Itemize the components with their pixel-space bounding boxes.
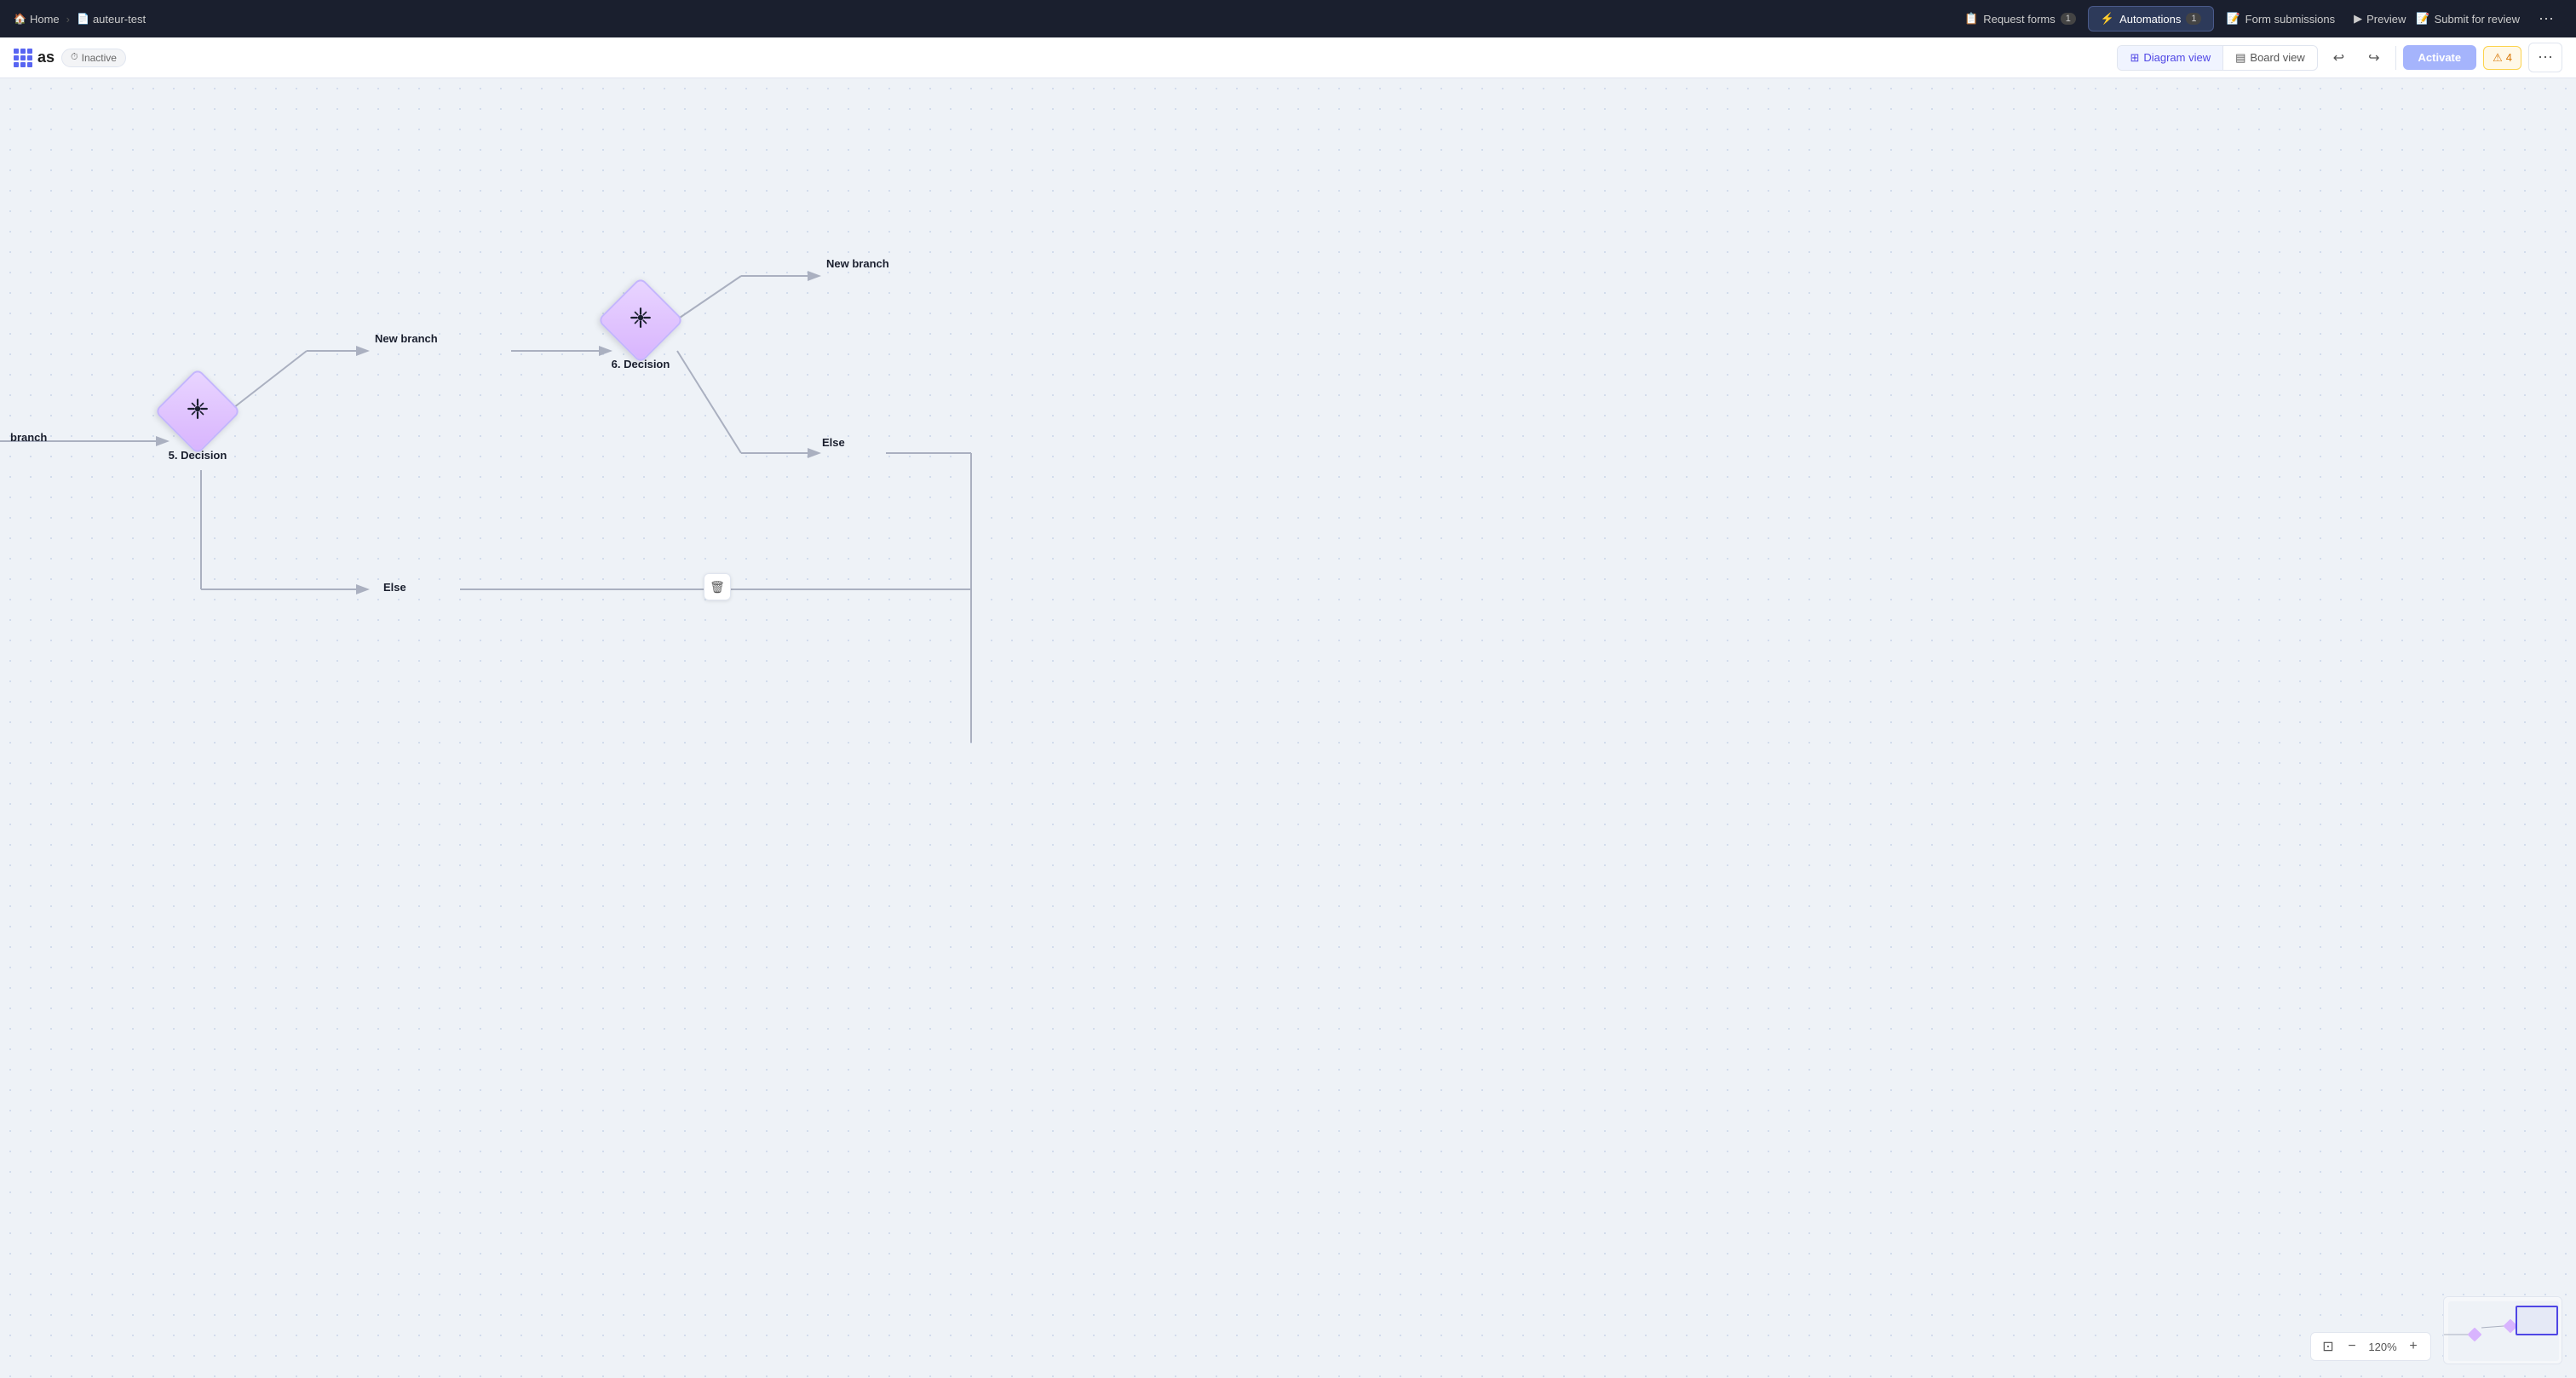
project-link[interactable]: 📄 auteur-test — [77, 13, 146, 26]
breadcrumb-sep: › — [66, 13, 70, 26]
home-link[interactable]: 🏠 Home — [14, 13, 60, 26]
toolbar-divider — [2395, 46, 2396, 70]
zoom-controls: ⊡ − 120% + — [2310, 1332, 2431, 1361]
secondary-toolbar: as ⏱ Inactive ⊞ Diagram view ▤ Board vie… — [0, 37, 2576, 78]
board-view-button[interactable]: ▤ Board view — [2223, 46, 2317, 70]
activate-button[interactable]: Activate — [2403, 45, 2477, 70]
tab-automations[interactable]: ⚡ Automations 1 — [2088, 6, 2215, 32]
partial-branch-label: branch — [10, 431, 47, 444]
diagram-canvas: branch 5. Decision New branch — [0, 78, 2576, 1378]
warning-badge[interactable]: ⚠ 4 — [2483, 46, 2521, 70]
topbar-nav: 📋 Request forms 1 ⚡ Automations 1 📝 Form… — [1952, 6, 2347, 32]
trash-icon: 🗑 — [710, 580, 725, 594]
status-badge: ⏱ Inactive — [61, 49, 126, 67]
preview-button[interactable]: ▶ Preview — [2354, 12, 2406, 26]
automations-badge: 1 — [2186, 13, 2201, 25]
view-toggle: ⊞ Diagram view ▤ Board view — [2117, 45, 2317, 71]
status-label: Inactive — [82, 52, 117, 64]
minimap — [2443, 1296, 2562, 1364]
undo-button[interactable]: ↩ — [2325, 44, 2353, 72]
canvas-connections — [0, 78, 2576, 1378]
submit-review-button[interactable]: 📝 Submit for review — [2416, 12, 2520, 26]
zoom-out-button[interactable]: − — [2342, 1336, 2362, 1357]
app-logo: as — [14, 49, 55, 67]
toolbar-right: ↩ ↪ Activate ⚠ 4 ⋯ — [2325, 43, 2562, 72]
request-forms-badge: 1 — [2061, 13, 2076, 25]
request-forms-icon: 📋 — [1964, 12, 1978, 26]
delete-button[interactable]: 🗑 — [704, 573, 731, 600]
minimap-viewport — [2516, 1306, 2558, 1335]
new-branch-label-1: New branch — [375, 332, 438, 345]
else-label-2: Else — [822, 436, 845, 449]
doc-icon: 📄 — [77, 13, 89, 25]
clock-icon: ⏱ — [71, 52, 78, 63]
form-submissions-icon: 📝 — [2226, 12, 2240, 26]
more-options-button[interactable]: ⋯ — [2530, 5, 2562, 33]
topbar-left: 🏠 Home › 📄 auteur-test — [14, 13, 1946, 26]
diagram-icon: ⊞ — [2130, 51, 2139, 65]
decision-6-node[interactable]: 6. Decision — [610, 290, 671, 370]
warn-icon: ⚠ — [2493, 51, 2503, 65]
tab-form-submissions[interactable]: 📝 Form submissions — [2214, 7, 2347, 31]
board-icon: ▤ — [2235, 51, 2245, 65]
toolbar-more-button[interactable]: ⋯ — [2528, 43, 2562, 72]
home-icon: 🏠 — [14, 13, 26, 25]
zoom-in-button[interactable]: + — [2403, 1336, 2424, 1357]
zoom-level: 120% — [2366, 1341, 2400, 1353]
topbar-actions: ▶ Preview 📝 Submit for review ⋯ — [2354, 5, 2562, 33]
preview-icon: ▶ — [2354, 12, 2362, 26]
decision-6-icon — [630, 307, 652, 334]
decision-6-diamond[interactable] — [597, 277, 684, 364]
new-branch-label-2: New branch — [826, 257, 889, 270]
decision-5-node[interactable]: 5. Decision — [167, 381, 228, 462]
toolbar-left: as ⏱ Inactive — [14, 49, 2110, 67]
decision-5-diamond[interactable] — [154, 368, 241, 455]
tab-request-forms[interactable]: 📋 Request forms 1 — [1952, 7, 2088, 31]
topbar: 🏠 Home › 📄 auteur-test 📋 Request forms 1… — [0, 0, 2576, 37]
diagram-view-button[interactable]: ⊞ Diagram view — [2118, 46, 2222, 70]
else-label-1: Else — [383, 581, 406, 594]
submit-icon: 📝 — [2416, 12, 2429, 26]
decision-5-icon — [187, 398, 209, 425]
logo-grid-icon — [14, 49, 32, 67]
redo-button[interactable]: ↪ — [2360, 44, 2388, 72]
automations-icon: ⚡ — [2101, 12, 2114, 26]
zoom-fit-button[interactable]: ⊡ — [2318, 1336, 2338, 1357]
app-name-label: as — [37, 49, 55, 66]
view-toggle-group: ⊞ Diagram view ▤ Board view — [2117, 45, 2317, 71]
